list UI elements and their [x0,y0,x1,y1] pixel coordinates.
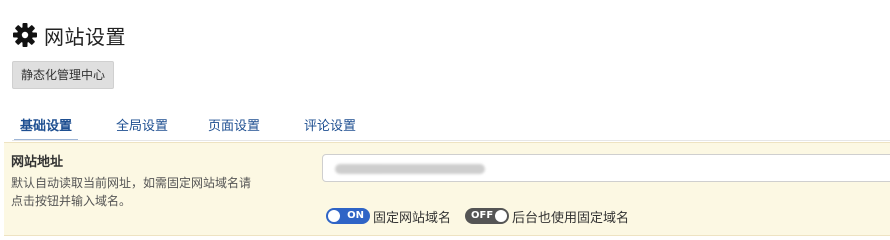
tab-page-settings[interactable]: 页面设置 [208,114,260,140]
gear-icon [12,22,38,48]
toggle-state-label: OFF [471,210,494,221]
tab-basic-settings[interactable]: 基础设置 [13,114,79,141]
site-url-input[interactable] [322,154,890,182]
tabs-divider [12,140,890,141]
site-url-setting-row: 网站地址 默认自动读取当前网址，如需固定网站域名请 点击按钮并输入域名。 ON … [4,142,890,236]
admin-fixed-domain-toggle[interactable]: OFF [465,208,510,224]
toggle-knob [328,210,340,222]
setting-description: 默认自动读取当前网址，如需固定网站域名请 点击按钮并输入域名。 [11,174,311,210]
static-management-button[interactable]: 静态化管理中心 [12,61,115,89]
setting-title: 网站地址 [11,155,64,170]
tab-comment-settings[interactable]: 评论设置 [304,114,356,140]
page-title: 网站设置 [44,24,126,49]
setting-description-line-2: 点击按钮并输入域名。 [11,194,132,208]
page-header: 网站设置 [12,20,126,50]
tab-global-settings[interactable]: 全局设置 [116,114,168,140]
admin-fixed-domain-label: 后台也使用固定域名 [512,210,630,226]
fixed-domain-toggle[interactable]: ON [326,208,370,224]
blurred-url-text [335,164,485,174]
setting-description-line-1: 默认自动读取当前网址，如需固定网站域名请 [11,176,252,190]
fixed-domain-label: 固定网站域名 [373,210,452,226]
toggle-knob [495,210,508,222]
setting-label-block: 网站地址 默认自动读取当前网址，如需固定网站域名请 点击按钮并输入域名。 [11,154,311,210]
url-toggles: ON 固定网站域名 OFF 后台也使用固定域名 [326,207,643,226]
toggle-state-label: ON [347,210,364,221]
settings-tabs: 基础设置 全局设置 页面设置 评论设置 [12,114,890,141]
